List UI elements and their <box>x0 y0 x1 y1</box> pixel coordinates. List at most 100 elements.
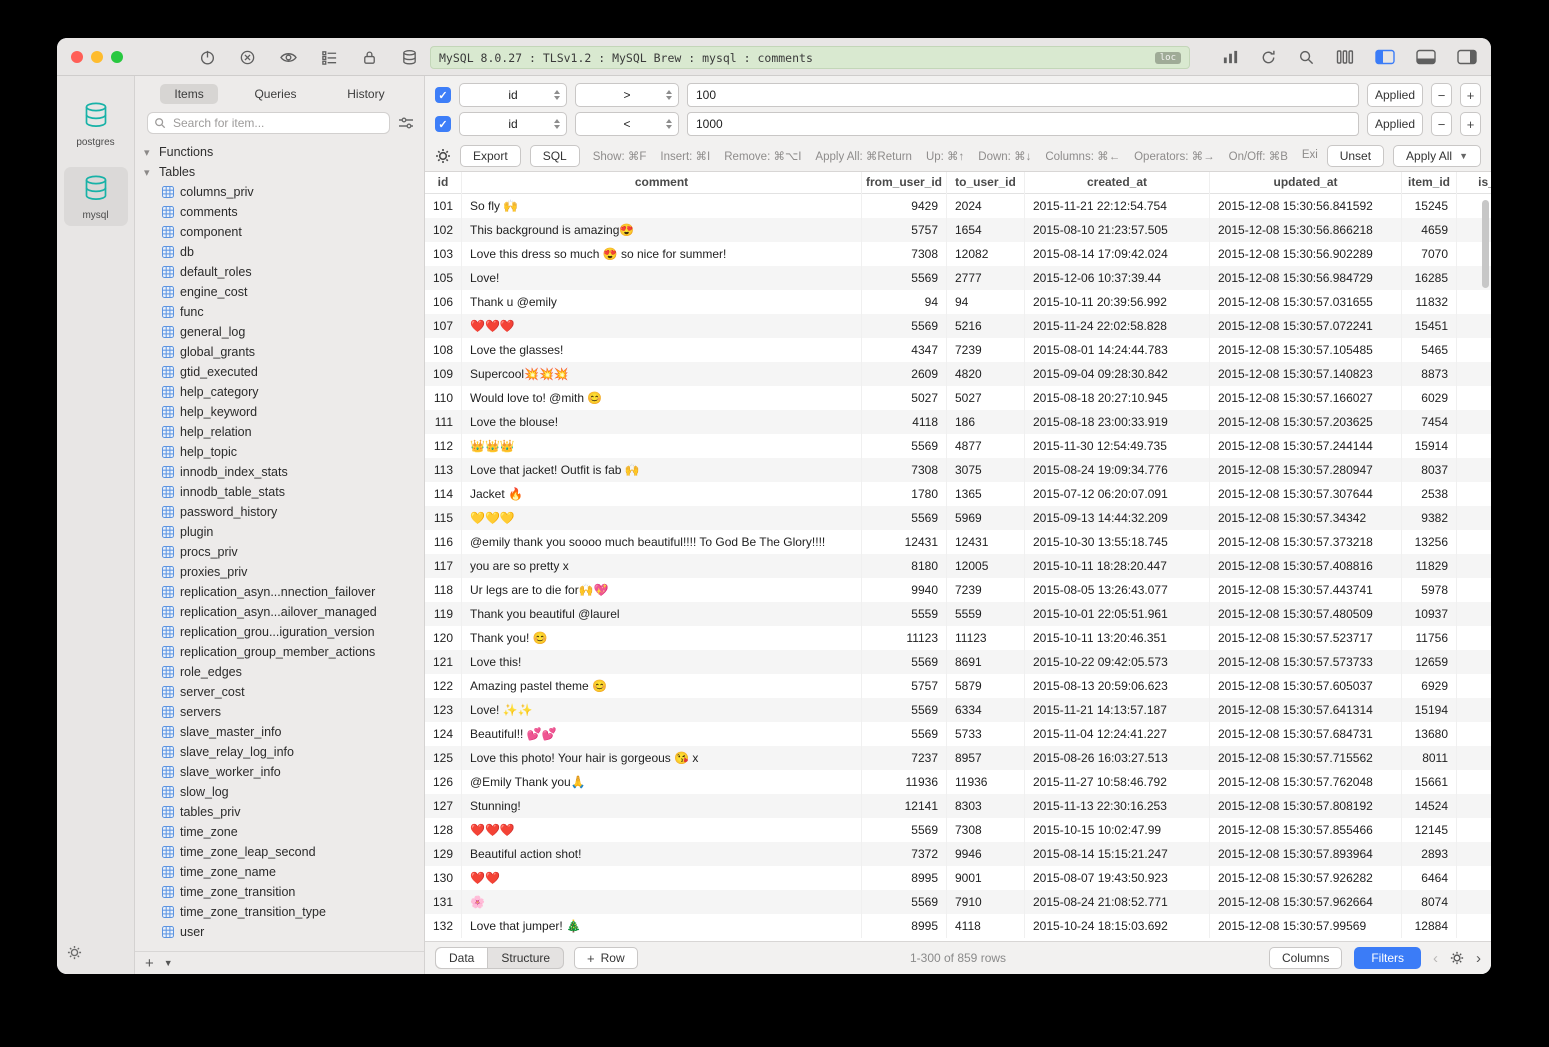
filter-checkbox[interactable]: ✓ <box>435 87 451 103</box>
cell-created_at[interactable]: 2015-08-24 19:09:34.776 <box>1025 458 1210 482</box>
refresh-icon[interactable] <box>1260 49 1277 66</box>
cell-created_at[interactable]: 2015-08-24 21:08:52.771 <box>1025 890 1210 914</box>
cell-item_id[interactable]: 2893 <box>1402 842 1457 866</box>
cell-item_id[interactable]: 8011 <box>1402 746 1457 770</box>
cell-comment[interactable]: Thank u @emily <box>462 290 862 314</box>
chevron-down-icon[interactable]: ▼ <box>164 958 173 968</box>
cell-from_user_id[interactable]: 11936 <box>862 770 947 794</box>
cell-updated_at[interactable]: 2015-12-08 15:30:57.408816 <box>1210 554 1402 578</box>
cell-is_[interactable] <box>1457 290 1491 314</box>
cell-from_user_id[interactable]: 5569 <box>862 506 947 530</box>
cell-id[interactable]: 127 <box>425 794 462 818</box>
sidebar-table-item[interactable]: user <box>135 922 424 942</box>
cell-updated_at[interactable]: 2015-12-08 15:30:57.762048 <box>1210 770 1402 794</box>
prev-page-icon[interactable]: ‹ <box>1433 951 1438 966</box>
cell-updated_at[interactable]: 2015-12-08 15:30:57.443741 <box>1210 578 1402 602</box>
cell-comment[interactable]: Thank you! 😊 <box>462 626 862 650</box>
cell-item_id[interactable]: 5978 <box>1402 578 1457 602</box>
database-icon[interactable] <box>401 49 418 66</box>
cell-item_id[interactable]: 13680 <box>1402 722 1457 746</box>
cell-comment[interactable]: you are so pretty x <box>462 554 862 578</box>
cell-comment[interactable]: Love that jumper! 🎄 <box>462 914 862 938</box>
cell-from_user_id[interactable]: 5569 <box>862 266 947 290</box>
cell-item_id[interactable]: 9382 <box>1402 506 1457 530</box>
cell-is_[interactable] <box>1457 362 1491 386</box>
next-page-icon[interactable]: › <box>1476 951 1481 966</box>
cell-created_at[interactable]: 2015-08-01 14:24:44.783 <box>1025 338 1210 362</box>
cell-created_at[interactable]: 2015-11-04 12:24:41.227 <box>1025 722 1210 746</box>
cell-created_at[interactable]: 2015-08-05 13:26:43.077 <box>1025 578 1210 602</box>
cell-created_at[interactable]: 2015-08-10 21:23:57.505 <box>1025 218 1210 242</box>
sidebar-table-item[interactable]: help_relation <box>135 422 424 442</box>
cell-from_user_id[interactable]: 2609 <box>862 362 947 386</box>
cell-to_user_id[interactable]: 4820 <box>947 362 1025 386</box>
filter-operator-select[interactable]: < <box>575 112 679 136</box>
cell-comment[interactable]: Ur legs are to die for🙌💖 <box>462 578 862 602</box>
cell-from_user_id[interactable]: 1780 <box>862 482 947 506</box>
cell-from_user_id[interactable]: 5757 <box>862 674 947 698</box>
cell-comment[interactable]: Amazing pastel theme 😊 <box>462 674 862 698</box>
remove-filter-button[interactable]: − <box>1431 112 1452 136</box>
cell-id[interactable]: 125 <box>425 746 462 770</box>
cell-is_[interactable] <box>1457 410 1491 434</box>
cell-updated_at[interactable]: 2015-12-08 15:30:57.855466 <box>1210 818 1402 842</box>
filter-field-select[interactable]: id <box>459 83 567 107</box>
cell-updated_at[interactable]: 2015-12-08 15:30:57.715562 <box>1210 746 1402 770</box>
sidebar-table-item[interactable]: func <box>135 302 424 322</box>
sidebar-table-item[interactable]: server_cost <box>135 682 424 702</box>
cell-item_id[interactable]: 15245 <box>1402 194 1457 218</box>
cell-comment[interactable]: Jacket 🔥 <box>462 482 862 506</box>
cell-created_at[interactable]: 2015-10-11 13:20:46.351 <box>1025 626 1210 650</box>
cell-to_user_id[interactable]: 9946 <box>947 842 1025 866</box>
sql-button[interactable]: SQL <box>530 145 580 167</box>
sidebar-table-item[interactable]: default_roles <box>135 262 424 282</box>
tree-group-functions[interactable]: ▾Functions <box>135 142 424 162</box>
cell-item_id[interactable]: 6464 <box>1402 866 1457 890</box>
cell-updated_at[interactable]: 2015-12-08 15:30:57.031655 <box>1210 290 1402 314</box>
cell-to_user_id[interactable]: 12431 <box>947 530 1025 554</box>
sidebar-table-item[interactable]: slave_relay_log_info <box>135 742 424 762</box>
sidebar-table-item[interactable]: role_edges <box>135 662 424 682</box>
cell-from_user_id[interactable]: 12141 <box>862 794 947 818</box>
cell-is_[interactable] <box>1457 650 1491 674</box>
sidebar-table-item[interactable]: help_topic <box>135 442 424 462</box>
cell-to_user_id[interactable]: 5969 <box>947 506 1025 530</box>
cell-id[interactable]: 114 <box>425 482 462 506</box>
cell-to_user_id[interactable]: 5027 <box>947 386 1025 410</box>
cell-id[interactable]: 118 <box>425 578 462 602</box>
cell-updated_at[interactable]: 2015-12-08 15:30:57.280947 <box>1210 458 1402 482</box>
cell-id[interactable]: 120 <box>425 626 462 650</box>
cell-from_user_id[interactable]: 8995 <box>862 914 947 938</box>
sidebar-table-item[interactable]: time_zone <box>135 822 424 842</box>
cell-item_id[interactable]: 5465 <box>1402 338 1457 362</box>
cell-to_user_id[interactable]: 9001 <box>947 866 1025 890</box>
cell-id[interactable]: 103 <box>425 242 462 266</box>
cell-id[interactable]: 119 <box>425 602 462 626</box>
cell-id[interactable]: 112 <box>425 434 462 458</box>
cell-from_user_id[interactable]: 5027 <box>862 386 947 410</box>
cell-to_user_id[interactable]: 7239 <box>947 578 1025 602</box>
cell-updated_at[interactable]: 2015-12-08 15:30:57.105485 <box>1210 338 1402 362</box>
cell-is_[interactable] <box>1457 578 1491 602</box>
cell-from_user_id[interactable]: 4118 <box>862 410 947 434</box>
sidebar-table-item[interactable]: replication_asyn...nnection_failover <box>135 582 424 602</box>
cell-updated_at[interactable]: 2015-12-08 15:30:57.605037 <box>1210 674 1402 698</box>
cell-comment[interactable]: Stunning! <box>462 794 862 818</box>
column-header-id[interactable]: id <box>425 172 462 194</box>
cell-to_user_id[interactable]: 11936 <box>947 770 1025 794</box>
cell-to_user_id[interactable]: 94 <box>947 290 1025 314</box>
cell-is_[interactable] <box>1457 482 1491 506</box>
cell-from_user_id[interactable]: 5559 <box>862 602 947 626</box>
cell-is_[interactable] <box>1457 722 1491 746</box>
cell-updated_at[interactable]: 2015-12-08 15:30:57.926282 <box>1210 866 1402 890</box>
cell-created_at[interactable]: 2015-07-12 06:20:07.091 <box>1025 482 1210 506</box>
close-window-button[interactable] <box>71 51 83 63</box>
cell-item_id[interactable]: 11829 <box>1402 554 1457 578</box>
cell-created_at[interactable]: 2015-11-30 12:54:49.735 <box>1025 434 1210 458</box>
cell-is_[interactable] <box>1457 602 1491 626</box>
cell-is_[interactable] <box>1457 434 1491 458</box>
cell-comment[interactable]: Love! <box>462 266 862 290</box>
chart-icon[interactable] <box>1222 49 1239 66</box>
sidebar-table-item[interactable]: gtid_executed <box>135 362 424 382</box>
cell-updated_at[interactable]: 2015-12-08 15:30:57.523717 <box>1210 626 1402 650</box>
